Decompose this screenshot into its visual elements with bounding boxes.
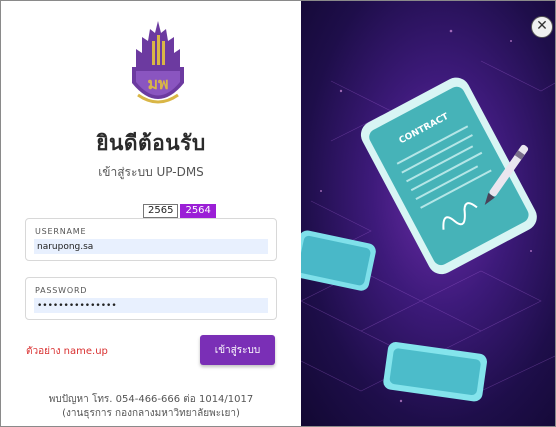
contact-phone: พบปัญหา โทร. 054-466-666 ต่อ 1014/1017 bbox=[48, 394, 254, 405]
username-field: USERNAME bbox=[25, 218, 277, 261]
university-logo: มพ bbox=[132, 21, 184, 104]
password-input[interactable] bbox=[34, 298, 268, 313]
username-label: USERNAME bbox=[35, 227, 87, 236]
login-panel: มพ ยินดีต้อนรับ เข้าสู่ระบบ UP-DMS 2565 … bbox=[1, 1, 301, 426]
login-button[interactable]: เข้าสู่ระบบ bbox=[200, 335, 275, 365]
username-input[interactable] bbox=[34, 239, 268, 254]
password-field: PASSWORD bbox=[25, 277, 277, 320]
username-example-hint: ตัวอย่าง name.up bbox=[26, 346, 108, 357]
year-option-2564[interactable]: 2564 bbox=[180, 204, 216, 218]
welcome-title: ยินดีต้อนรับ bbox=[96, 131, 206, 155]
close-button[interactable]: ✕ bbox=[531, 16, 553, 38]
phone-bottom bbox=[383, 342, 487, 402]
contact-department: (งานธุรการ กองกลางมหาวิทยาลัยพะเยา) bbox=[62, 408, 240, 419]
phone-contract: CONTRACT bbox=[360, 77, 537, 275]
contact-info: พบปัญหา โทร. 054-466-666 ต่อ 1014/1017 (… bbox=[1, 393, 301, 421]
svg-text:มพ: มพ bbox=[147, 74, 168, 93]
illustration-panel: CONTRACT bbox=[301, 1, 555, 426]
close-icon: ✕ bbox=[536, 18, 548, 34]
password-label: PASSWORD bbox=[35, 286, 88, 295]
contract-phone-illustration: CONTRACT bbox=[301, 29, 555, 403]
year-selector: 2565 2564 bbox=[143, 204, 216, 218]
login-subtitle: เข้าสู่ระบบ UP-DMS bbox=[98, 165, 204, 179]
login-window: มพ ยินดีต้อนรับ เข้าสู่ระบบ UP-DMS 2565 … bbox=[0, 0, 556, 427]
phone-lower-left bbox=[301, 230, 376, 291]
year-option-2565[interactable]: 2565 bbox=[143, 204, 179, 218]
